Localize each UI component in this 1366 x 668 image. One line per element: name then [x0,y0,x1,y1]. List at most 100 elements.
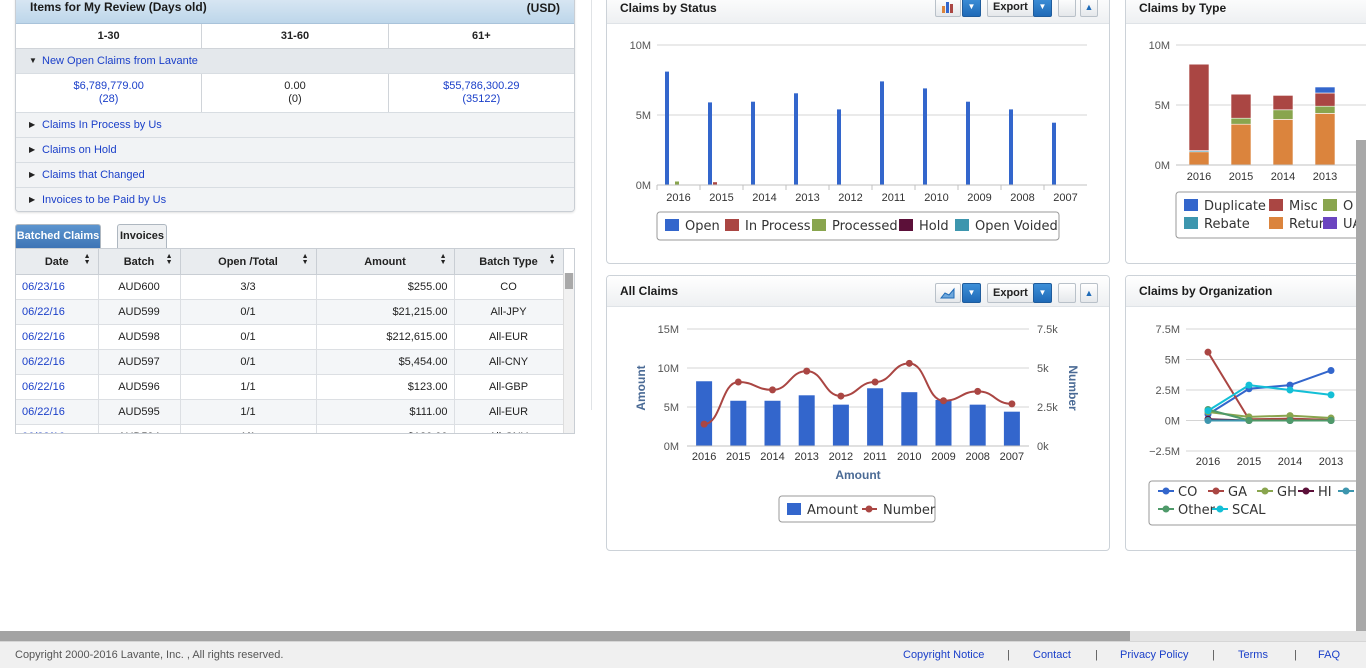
section-claims-on-hold[interactable]: ▶ Claims on Hold [16,138,574,163]
legend-label: HI [1318,485,1332,500]
column-open-total[interactable]: Open /Total ▲ ▼ [180,249,317,275]
amount-link[interactable]: $6,789,779.00 [73,80,143,92]
x-tick-label: 2015 [726,451,750,463]
table-row[interactable]: 06/22/16 AUD595 1/1 $111.00 All-EUR [16,399,564,425]
date-link[interactable]: 06/22/16 [22,306,65,318]
caret-right-icon: ▶ [29,120,36,129]
bar-amount [730,400,747,446]
y-tick-label: 5M [1155,100,1170,112]
page-horizontal-scrollbar[interactable] [0,631,1130,641]
legend-label: CO [1178,485,1197,500]
column-date[interactable]: Date ▲ ▼ [16,249,99,275]
all-claims-panel: All Claims ▼ Export ▼ ▲ 0M 5M 10M 15M 0k 2.5k… [606,275,1110,551]
footer-separator: | [1294,649,1297,661]
table-cell: 1/1 [180,399,317,425]
legend-label: Number [883,503,936,518]
point-number [871,378,879,386]
table-cell: 06/22/16 [16,299,99,325]
new-open-claims-row[interactable]: ▼ New Open Claims from Lavante [16,49,574,74]
tab-invoices[interactable]: Invoices [117,224,167,248]
currency-label: (USD) [526,1,560,15]
legend-swatch [1184,199,1198,211]
x-tick-label: 2009 [931,451,955,463]
footer-link-terms[interactable]: Terms [1238,649,1268,661]
x-tick-label: 2013 [1319,456,1343,468]
table-cell: 06/22/16 [16,399,99,425]
table-row[interactable]: 06/22/16 AUD597 0/1 $5,454.00 All-CNY [16,349,564,375]
sort-icon: ▲ ▼ [301,253,309,266]
sort-icon: ▲ ▼ [439,253,447,266]
section-invoices-to-pay[interactable]: ▶ Invoices to be Paid by Us [16,188,574,211]
date-link[interactable]: 06/22/16 [22,331,65,343]
tab-batched-claims[interactable]: Batched Claims [15,224,101,248]
column-amount[interactable]: Amount ▲ ▼ [316,249,455,275]
table-row[interactable]: 06/22/16 AUD5941/1$120.00All-CNY [16,424,564,433]
legend-marker [1261,487,1269,495]
claims-by-status-panel: Claims by Status ▼ Export ▼ ▲ 0M 5M 10M 201… [606,0,1110,264]
legend-label: Open Voided [975,219,1058,234]
point-series [1327,366,1335,374]
scrollbar-track[interactable] [1130,631,1366,641]
y-tick-label: 0M [1155,160,1170,172]
section-claims-changed[interactable]: ▶ Claims that Changed [16,163,574,188]
section-claims-in-process[interactable]: ▶ Claims In Process by Us [16,113,574,138]
legend-swatch [1269,217,1283,229]
bar-processed [675,181,679,185]
footer-link-faq[interactable]: FAQ [1318,649,1340,661]
y-tick-label: 5M [664,402,679,414]
x-tick-label: 2015 [1237,456,1261,468]
legend-swatch [1323,199,1337,211]
new-open-claims-link[interactable]: New Open Claims from Lavante [42,55,198,67]
date-link[interactable]: 06/22/16 [22,406,65,418]
table-cell: CO [454,274,564,300]
table-row[interactable]: 06/22/16 AUD599 0/1 $21,215.00 All-JPY [16,299,564,325]
bar-amount [832,404,849,446]
x-tick-label: 2014 [1271,171,1295,183]
point-series [1245,417,1253,424]
page-vertical-scrollbar[interactable] [1356,140,1366,631]
footer-link-contact[interactable]: Contact [1033,649,1071,661]
footer-link-copyright[interactable]: Copyright Notice [903,649,984,661]
column-1-30: 1-30 [16,24,203,48]
count-link[interactable]: (35122) [462,93,500,105]
date-link[interactable]: 06/22/16 [22,356,65,368]
x-tick-label: 2007 [1000,451,1024,463]
y-tick-label: 0M [636,180,651,192]
point-number [940,397,947,405]
column-label: Amount [364,255,406,268]
y-tick-label: 10M [1149,40,1170,52]
point-series [1245,381,1253,389]
y-tick-label: 10M [658,363,679,375]
x-tick-label: 2014 [1278,456,1302,468]
table-cell: 1/1 [180,424,317,433]
table-cell: All-EUR [454,324,564,350]
age-columns: 1-30 31-60 61+ [16,24,574,49]
section-link[interactable]: Claims that Changed [42,169,145,181]
table-cell: AUD596 [98,374,181,400]
footer-link-privacy[interactable]: Privacy Policy [1120,649,1188,661]
section-link[interactable]: Claims In Process by Us [42,119,162,131]
table-row[interactable]: 06/23/16 AUD600 3/3 $255.00 CO [16,274,564,300]
table-cell: $21,215.00 [316,299,455,325]
table-scrollbar[interactable] [563,273,574,433]
bar-open [1052,122,1056,185]
point-number [734,378,742,386]
table-row[interactable]: 06/22/16 AUD596 1/1 $123.00 All-GBP [16,374,564,400]
table-row[interactable]: 06/22/16 AUD598 0/1 $212,615.00 All-EUR [16,324,564,350]
amount-link[interactable]: $55,786,300.29 [443,80,519,92]
count-link[interactable]: (28) [99,93,119,105]
date-link[interactable]: 06/22/16 [22,381,65,393]
section-link[interactable]: Claims on Hold [42,144,117,156]
column-batch-type[interactable]: Batch Type ▲ ▼ [454,249,564,275]
bar-open [880,81,884,185]
point-series [1204,417,1212,424]
x-tick-label: 2016 [692,451,716,463]
date-link[interactable]: 06/23/16 [22,281,65,293]
date-link[interactable]: 06/22/16 [22,431,65,433]
caret-right-icon: ▶ [29,170,36,179]
x-tick-label: 2008 [965,451,989,463]
scrollbar-thumb[interactable] [565,273,573,289]
y-tick-label: 0M [664,441,679,453]
section-link[interactable]: Invoices to be Paid by Us [42,194,166,206]
column-batch[interactable]: Batch ▲ ▼ [98,249,181,275]
